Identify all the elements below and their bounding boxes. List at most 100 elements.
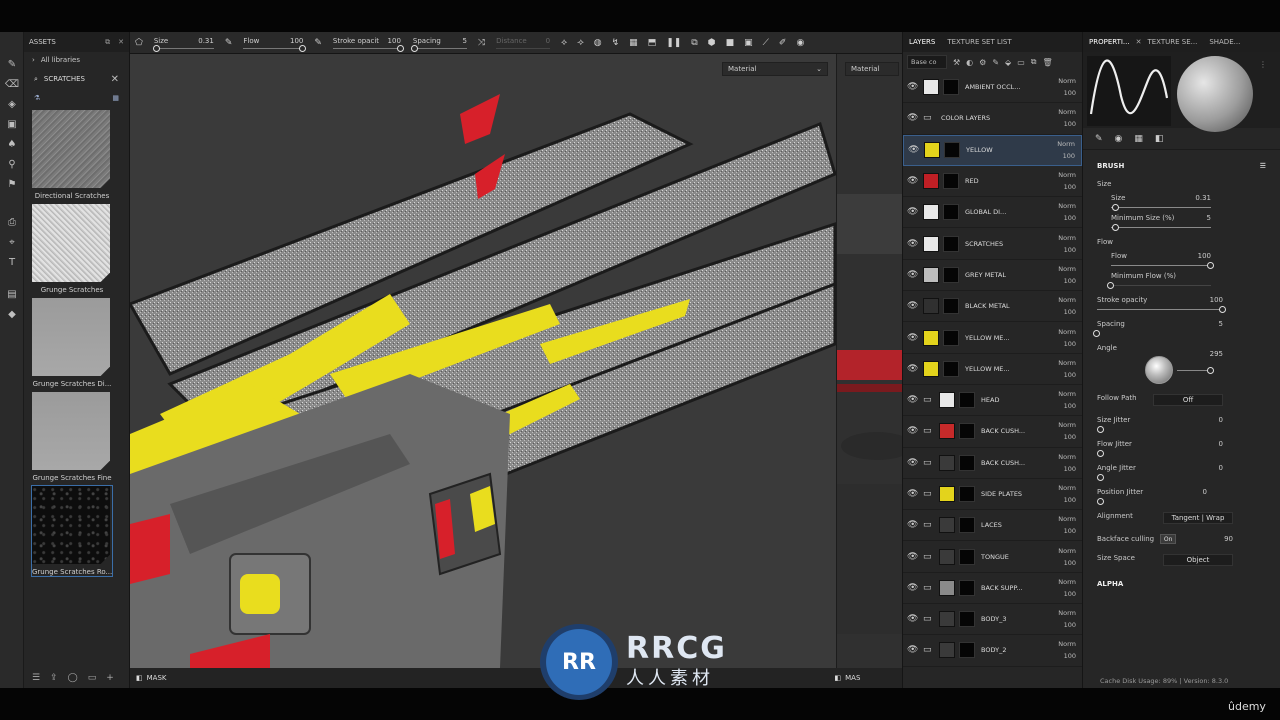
toolbar-size-knob[interactable]	[152, 44, 160, 52]
channel-select[interactable]: Base co	[907, 55, 947, 69]
layer-blend[interactable]: Norm 100	[1053, 138, 1075, 162]
layer-mask-thumbnail[interactable]	[959, 454, 975, 471]
layer-opacity[interactable]: 100	[1054, 400, 1076, 412]
clone-icon[interactable]: ⚲	[0, 154, 24, 174]
layer-blend-mode[interactable]: Norm	[1053, 138, 1075, 150]
layer-opacity[interactable]: 100	[1054, 494, 1076, 506]
backface-toggle[interactable]: On	[1160, 534, 1177, 544]
visibility-eye-icon[interactable]: 👁	[907, 395, 919, 405]
angle-jitter-knob[interactable]	[1097, 474, 1104, 481]
eraser-icon[interactable]: ⌫	[0, 74, 24, 94]
duplicate-icon[interactable]: ⧉	[1031, 57, 1037, 67]
preview-options-icon[interactable]: ⋮	[1259, 60, 1267, 124]
layer-mask-thumbnail[interactable]	[959, 392, 975, 409]
size-jitter-slider[interactable]: Size Jitter 0	[1097, 416, 1266, 433]
stroke-opacity-knob[interactable]	[1219, 306, 1226, 313]
layer-blend[interactable]: Norm 100	[1054, 388, 1076, 412]
toolbar-flow-knob[interactable]	[299, 44, 307, 52]
screenshot-icon[interactable]: ▣	[744, 38, 753, 48]
brush-icon[interactable]: ✎	[1095, 134, 1103, 144]
visibility-eye-icon[interactable]: 👁	[907, 614, 919, 624]
angle-dial[interactable]	[1145, 356, 1173, 384]
add-effect-icon[interactable]: ⚒	[953, 58, 960, 67]
delete-icon[interactable]: 🗑	[1042, 58, 1052, 67]
asset-item[interactable]: Grunge Scratches Di...	[32, 298, 112, 388]
layer-blend-mode[interactable]: Norm	[1054, 75, 1076, 87]
layer-blend[interactable]: Norm 100	[1054, 169, 1076, 193]
toolbar-opacity-slider[interactable]: Stroke opacit 100	[327, 32, 407, 54]
flow-knob[interactable]	[1207, 262, 1214, 269]
layer-blend[interactable]: Norm 100	[1054, 419, 1076, 443]
add-mask-icon[interactable]: ◐	[966, 58, 973, 67]
layer-opacity[interactable]: 100	[1054, 212, 1076, 224]
folder-icon[interactable]: ▭	[923, 458, 935, 468]
layer-row[interactable]: 👁 YELLOW ME... Norm 100	[903, 322, 1082, 354]
asset-item[interactable]: Grunge Scratches	[32, 204, 112, 294]
follow-path-select[interactable]: Off	[1153, 394, 1223, 406]
layer-mask-thumbnail[interactable]	[959, 611, 975, 628]
brush-menu-icon[interactable]: ☰	[1260, 162, 1266, 170]
layer-row[interactable]: 👁 ▭ COLOR LAYERS Norm 100	[903, 103, 1082, 135]
layer-opacity[interactable]: 100	[1054, 118, 1076, 130]
measure-icon[interactable]: ⌖	[0, 232, 24, 252]
folder-icon[interactable]: ▭	[923, 520, 935, 530]
layer-opacity[interactable]: 100	[1054, 306, 1076, 318]
alpha-icon[interactable]: ▦	[1134, 134, 1143, 144]
layer-blend[interactable]: Norm 100	[1054, 200, 1076, 224]
angle-knob[interactable]	[1207, 366, 1214, 374]
layer-row[interactable]: 👁 ▭ BACK CUSH... Norm 100	[903, 416, 1082, 448]
layer-mask-thumbnail[interactable]	[959, 642, 975, 659]
layer-blend[interactable]: Norm 100	[1054, 482, 1076, 506]
visibility-eye-icon[interactable]: 👁	[907, 489, 919, 499]
visibility-eye-icon[interactable]: 👁	[907, 364, 919, 374]
shader-icon[interactable]: ◆	[0, 304, 24, 324]
tab-layers[interactable]: LAYERS	[903, 38, 941, 46]
smudge-icon[interactable]: ♠	[0, 134, 24, 154]
layer-row[interactable]: 👁 YELLOW Norm 100	[903, 134, 1082, 166]
layer-opacity[interactable]: 100	[1054, 431, 1076, 443]
flow-slider[interactable]: Flow 100	[1097, 252, 1266, 269]
layer-blend-mode[interactable]: Norm	[1054, 294, 1076, 306]
layer-opacity[interactable]: 100	[1054, 275, 1076, 287]
min-size-knob[interactable]	[1112, 224, 1119, 231]
layer-mask-thumbnail[interactable]	[959, 423, 975, 440]
layer-blend-mode[interactable]: Norm	[1054, 607, 1076, 619]
layer-blend[interactable]: Norm 100	[1054, 263, 1076, 287]
toolbar-flow-slider[interactable]: Flow 100	[237, 32, 309, 54]
layer-blend-mode[interactable]: Norm	[1054, 482, 1076, 494]
layer-opacity[interactable]: 100	[1054, 369, 1076, 381]
folder-icon[interactable]: ▭	[923, 426, 935, 436]
layer-opacity[interactable]: 100	[1053, 150, 1075, 162]
3d-viewport[interactable]: Material ⌄	[130, 54, 836, 668]
visibility-eye-icon[interactable]: 👁	[907, 583, 919, 593]
layer-opacity[interactable]: 100	[1054, 650, 1076, 662]
split-view-icon[interactable]: ⧉	[691, 38, 697, 48]
layer-opacity[interactable]: 100	[1054, 557, 1076, 569]
video-camera-icon[interactable]: ■	[726, 38, 735, 48]
visibility-eye-icon[interactable]: 👁	[907, 301, 919, 311]
layer-row[interactable]: 👁 ▭ TONGUE Norm 100	[903, 541, 1082, 573]
folder-icon[interactable]: ▭	[923, 552, 935, 562]
camera-icon[interactable]: ◍	[594, 38, 602, 48]
layer-mask-thumbnail[interactable]	[959, 548, 975, 565]
layer-blend[interactable]: Norm 100	[1054, 576, 1076, 600]
grid-view-icon[interactable]: ▦	[112, 94, 119, 102]
folder-icon[interactable]: ▭	[923, 113, 935, 123]
size-space-select[interactable]: Object	[1163, 554, 1233, 566]
layer-blend-mode[interactable]: Norm	[1054, 357, 1076, 369]
layer-opacity[interactable]: 100	[1054, 244, 1076, 256]
toolbar-spacing-knob[interactable]	[410, 44, 418, 52]
symmetry-icon[interactable]: ⟡	[561, 38, 567, 48]
layer-row[interactable]: 👁 ▭ LACES Norm 100	[903, 510, 1082, 542]
folder-icon[interactable]: ▭	[923, 489, 935, 499]
add-folder-icon[interactable]: ▭	[1017, 58, 1025, 67]
layer-row[interactable]: 👁 YELLOW ME... Norm 100	[903, 354, 1082, 385]
angle-control[interactable]: Angle 295	[1097, 344, 1266, 384]
size-slider[interactable]: Size 0.31	[1097, 194, 1266, 211]
layer-row[interactable]: 👁 GREY METAL Norm 100	[903, 260, 1082, 292]
pen-tool-icon[interactable]: ✐	[779, 38, 787, 48]
clear-search-icon[interactable]: ✕	[111, 74, 119, 85]
layer-mask-thumbnail[interactable]	[959, 486, 975, 502]
layer-mask-thumbnail[interactable]	[943, 266, 959, 283]
layer-blend[interactable]: Norm 100	[1054, 294, 1076, 318]
